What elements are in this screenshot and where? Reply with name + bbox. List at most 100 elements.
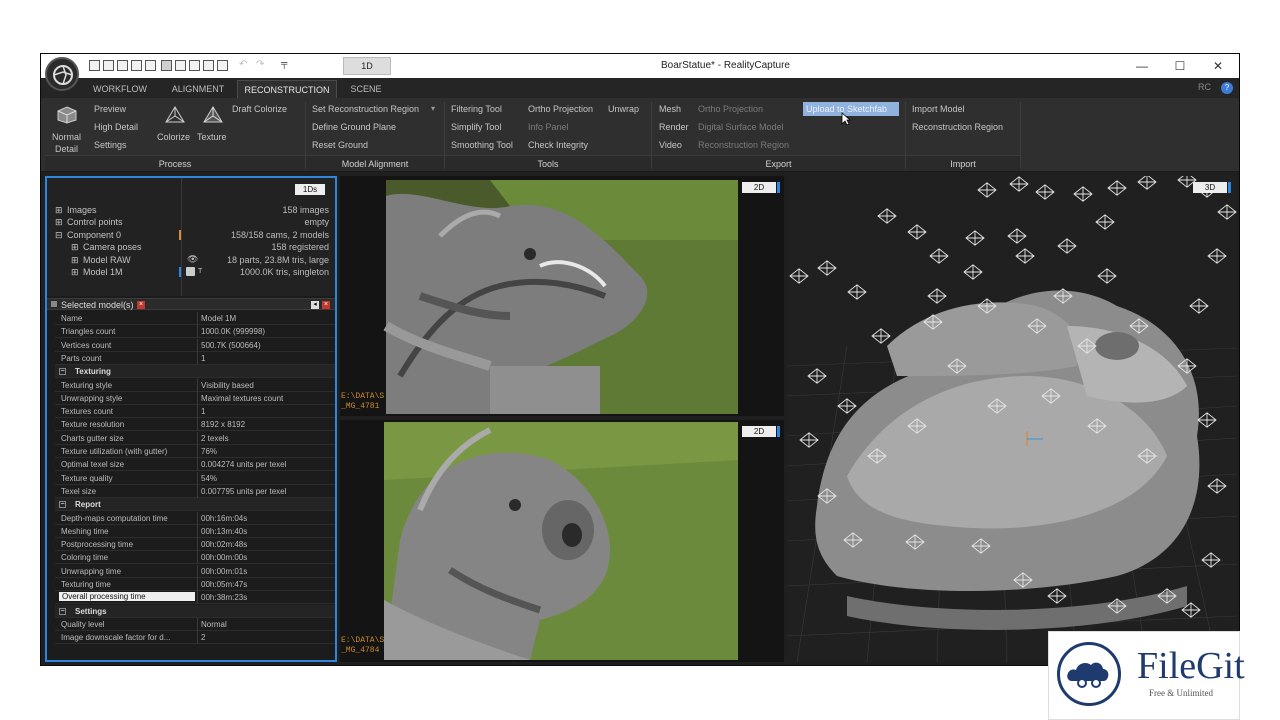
property-row[interactable]: Texture quality 54% (55, 471, 335, 485)
define-ground-plane-button[interactable]: Define Ground Plane (312, 122, 396, 132)
layout-icon[interactable] (175, 60, 186, 71)
property-row[interactable]: Texturing time 00h:05m:47s (55, 578, 335, 591)
preview-button[interactable]: Preview (94, 104, 126, 114)
draft-colorize-button[interactable]: Draft Colorize (232, 104, 287, 114)
unwrap-button[interactable]: Unwrap (608, 104, 639, 114)
tree-item-component[interactable]: Component 0 (67, 230, 121, 240)
property-row[interactable]: Overall processing time 00h:38m:23s (55, 591, 335, 605)
collapse-icon[interactable]: − (59, 501, 66, 509)
property-row[interactable]: Unwrapping time 00h:00m:01s (55, 564, 335, 578)
reset-ground-button[interactable]: Reset Ground (312, 140, 368, 150)
import-model-button[interactable]: Import Model (912, 104, 965, 114)
ortho-projection-button[interactable]: Ortho Projection (528, 104, 593, 114)
expand-icon[interactable]: ⊞ (71, 242, 79, 253)
image-view-top[interactable]: 2D E:\DATA\S _MG_4781 (340, 176, 784, 416)
tab-1d[interactable]: 1D (343, 57, 391, 75)
property-section[interactable]: − Settings (55, 604, 335, 618)
property-row[interactable]: Coloring time 00h:00m:00s (55, 551, 335, 565)
undo-icon[interactable]: ↶ (239, 59, 247, 70)
view-mode-badge[interactable]: 3D (1193, 182, 1231, 193)
layout-icon[interactable] (203, 60, 214, 71)
cube-icon[interactable] (57, 106, 77, 124)
expand-icon[interactable]: ⊞ (55, 217, 63, 228)
image-view-bottom[interactable]: 2D E:\DATA\S _MG_4784 (340, 420, 784, 662)
tree-item-model-raw[interactable]: Model RAW (83, 255, 131, 265)
tab-reconstruction[interactable]: RECONSTRUCTION (237, 80, 337, 98)
close-icon[interactable]: × (137, 301, 145, 309)
settings-button[interactable]: Settings (94, 140, 127, 150)
texture-button[interactable]: Texture (197, 132, 227, 142)
tree-item-model-1m[interactable]: Model 1M (83, 267, 123, 277)
property-row[interactable]: Meshing time 00h:13m:40s (55, 524, 335, 538)
view-badge[interactable]: 1Ds (295, 184, 325, 195)
expand-icon[interactable]: ⊞ (71, 255, 79, 266)
redo-icon[interactable]: ↷ (256, 59, 264, 70)
property-row[interactable]: Postprocessing time 00h:02m:48s (55, 538, 335, 552)
export-render-button[interactable]: Render (659, 122, 689, 132)
property-row[interactable]: Texture resolution 8192 x 8192 (55, 418, 335, 432)
eye-icon[interactable]: 👁 (187, 254, 198, 265)
export-video-button[interactable]: Video (659, 140, 682, 150)
tree-item-control-points[interactable]: Control points (67, 217, 123, 227)
tab-scene[interactable]: SCENE (341, 80, 391, 98)
colorize-icon[interactable] (163, 104, 187, 126)
property-section[interactable]: − Texturing (55, 365, 335, 379)
property-section[interactable]: − Report (55, 498, 335, 512)
property-row[interactable]: Vertices count 500.7K (500664) (55, 338, 335, 352)
simplify-tool-button[interactable]: Simplify Tool (451, 122, 501, 132)
layout-icon[interactable] (161, 60, 172, 71)
property-row[interactable]: Texturing style Visibility based (55, 378, 335, 392)
chevron-down-icon[interactable]: ▾ (431, 104, 435, 113)
dropdown-icon[interactable]: ╤ (281, 58, 287, 68)
info-panel-button[interactable]: Info Panel (528, 122, 569, 132)
layout-icon[interactable] (217, 60, 228, 71)
3d-view[interactable]: 3D (787, 176, 1237, 662)
tree-item-images[interactable]: Images (67, 205, 97, 215)
minimize-icon[interactable]: — (1129, 57, 1155, 75)
layout-icon[interactable] (89, 60, 100, 71)
layout-icon[interactable] (189, 60, 200, 71)
set-reconstruction-region-button[interactable]: Set Reconstruction Region (312, 104, 419, 114)
maximize-icon[interactable]: ☐ (1167, 57, 1193, 75)
colorize-button[interactable]: Colorize (157, 132, 190, 142)
check-integrity-button[interactable]: Check Integrity (528, 140, 588, 150)
expand-icon[interactable]: ⊞ (55, 205, 63, 216)
layout-icon[interactable] (103, 60, 114, 71)
property-row[interactable]: Unwrapping style Maximal textures count (55, 391, 335, 405)
property-row[interactable]: Texture utilization (with gutter) 76% (55, 445, 335, 458)
layout-icon[interactable] (131, 60, 142, 71)
view-mode-badge[interactable]: 2D (742, 426, 780, 437)
normal-button[interactable]: Normal (52, 132, 81, 142)
eye-icon[interactable] (186, 267, 195, 276)
export-reconstruction-region-button[interactable]: Reconstruction Region (698, 140, 789, 150)
view-mode-badge[interactable]: 2D (742, 182, 780, 193)
export-mesh-button[interactable]: Mesh (659, 104, 681, 114)
close-icon[interactable]: × (322, 301, 330, 309)
export-ortho-projection-button[interactable]: Ortho Projection (698, 104, 763, 114)
high-detail-button[interactable]: High Detail (94, 122, 138, 132)
property-row[interactable]: Textures count 1 (55, 405, 335, 419)
help-icon[interactable]: ? (1221, 82, 1233, 94)
property-row[interactable]: Parts count 1 (55, 351, 335, 365)
property-row[interactable]: Texel size 0.007795 units per texel (55, 484, 335, 498)
expand-panel-icon[interactable]: ◂ (311, 301, 319, 309)
tab-workflow[interactable]: WORKFLOW (89, 80, 151, 98)
collapse-icon[interactable]: − (59, 607, 66, 615)
digital-surface-model-button[interactable]: Digital Surface Model (698, 122, 784, 132)
layout-icon[interactable] (145, 60, 156, 71)
smoothing-tool-button[interactable]: Smoothing Tool (451, 140, 513, 150)
tab-alignment[interactable]: ALIGNMENT (163, 80, 233, 98)
realitycapture-logo[interactable] (45, 57, 79, 91)
filtering-tool-button[interactable]: Filtering Tool (451, 104, 502, 114)
property-row[interactable]: Triangles count 1000.0K (999998) (55, 325, 335, 339)
property-row[interactable]: Quality level Normal (55, 617, 335, 631)
property-row[interactable]: Image downscale factor for d... 2 (55, 631, 335, 645)
collapse-icon[interactable]: ⊟ (55, 230, 63, 241)
close-icon[interactable]: ✕ (1205, 57, 1231, 75)
property-row[interactable]: Charts gutter size 2 texels (55, 431, 335, 445)
texture-icon[interactable] (201, 104, 225, 126)
upload-to-sketchfab-button[interactable]: Upload to Sketchfab (803, 102, 899, 116)
expand-icon[interactable]: ⊞ (71, 267, 79, 278)
collapse-icon[interactable]: − (59, 368, 66, 376)
property-row[interactable]: Name Model 1M (55, 312, 335, 325)
